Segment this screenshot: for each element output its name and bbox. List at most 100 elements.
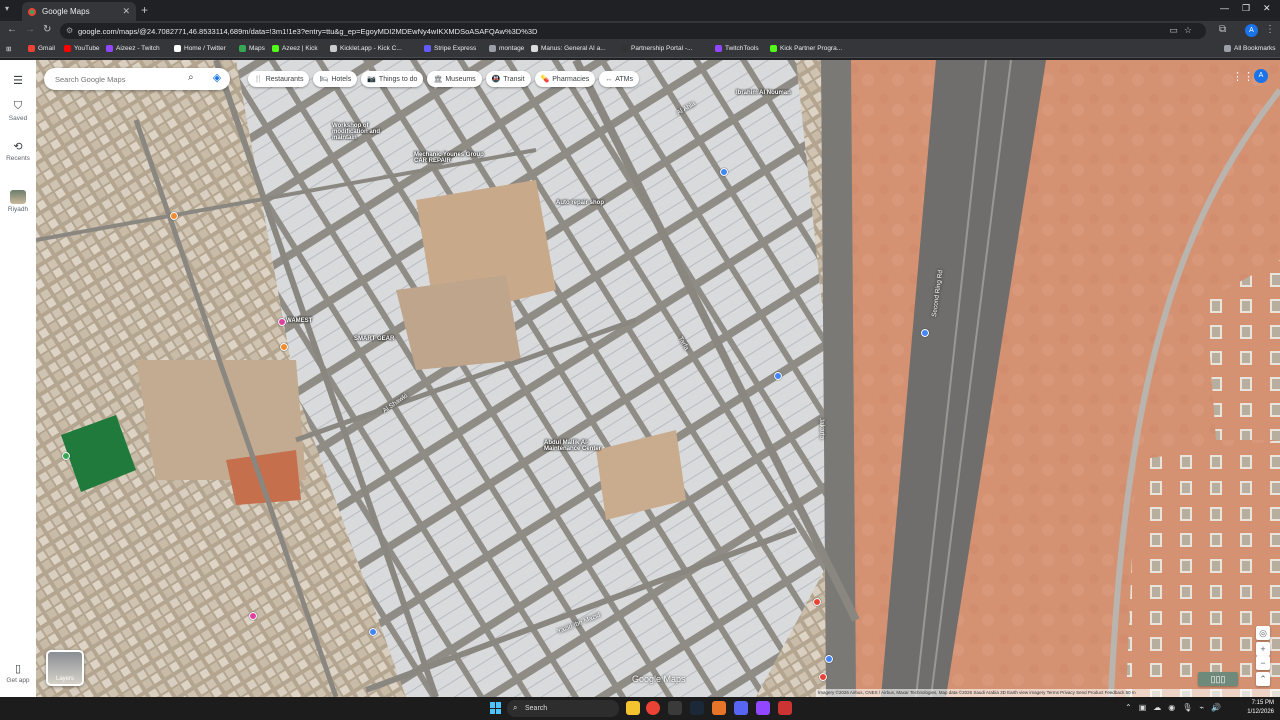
windows-taskbar: ⌕ Search ⌃▣☁◉🎙⌁🔊 7:15 PM 1/12/2026 xyxy=(0,697,1280,720)
browser-profile-avatar[interactable]: A xyxy=(1245,24,1258,37)
get-app-label: Get app xyxy=(6,677,30,684)
bookmark-item[interactable]: Home / Twitter xyxy=(174,45,226,52)
layers-button[interactable]: Layers xyxy=(46,650,84,686)
bookmark-item[interactable]: Kicklet.app - Kick C... xyxy=(330,45,402,52)
forward-icon[interactable]: → xyxy=(25,24,35,35)
chip-hotels[interactable]: 🛏 Hotels xyxy=(313,71,358,87)
zoom-out-button[interactable]: − xyxy=(1256,656,1270,670)
place-label-auto-repair[interactable]: Auto repair shop xyxy=(556,200,604,206)
search-box[interactable]: ⌕ ◈ xyxy=(44,68,230,90)
food-pin-icon[interactable] xyxy=(170,212,178,220)
back-icon[interactable]: ← xyxy=(7,24,17,35)
tab-search-icon[interactable]: ▾ xyxy=(5,4,9,13)
chip-museums[interactable]: 🏛 Museums xyxy=(427,71,482,87)
bookmark-item[interactable]: Azeez | Kick xyxy=(272,45,318,52)
bookmark-item[interactable]: Maps xyxy=(239,45,265,52)
place-label-smart-gear[interactable]: SMART GEAR xyxy=(354,336,394,342)
service-pin-icon[interactable] xyxy=(369,628,377,636)
chip-label: Hotels xyxy=(331,75,352,83)
steam-icon[interactable] xyxy=(690,701,704,715)
address-bar-actions[interactable]: ▭☆ xyxy=(1169,25,1198,36)
search-input[interactable] xyxy=(55,74,175,84)
account-avatar[interactable]: A xyxy=(1254,69,1268,83)
app-icon[interactable] xyxy=(668,701,682,715)
clock-date: 1/12/2026 xyxy=(1247,709,1274,715)
app-icon[interactable] xyxy=(712,701,726,715)
reload-icon[interactable]: ↻ xyxy=(43,24,51,35)
app-icon[interactable] xyxy=(756,701,770,715)
maximize-icon[interactable]: ❐ xyxy=(1242,3,1250,14)
chip-restaurants[interactable]: 🍴 Restaurants xyxy=(248,71,310,87)
apps-grid-icon[interactable]: ⊞ xyxy=(6,45,11,53)
hospital-pin-icon[interactable] xyxy=(819,673,827,681)
recents-button[interactable]: ⟲ Recents xyxy=(0,140,36,162)
service-pin-icon[interactable] xyxy=(921,329,929,337)
pegman-icon[interactable]: ▯▯▯ xyxy=(1198,672,1238,686)
service-pin-icon[interactable] xyxy=(720,168,728,176)
satellite-map[interactable]: ⌕ ◈ 🍴Restaurants 🛏Hotels 📷Things to do 🏛… xyxy=(36,60,1280,697)
place-label-mechanic[interactable]: Mechanic Younes Group CAR REPAIR xyxy=(414,152,484,164)
bookmark-item[interactable]: TwitchTools xyxy=(715,45,759,52)
zoom-in-button[interactable]: + xyxy=(1256,642,1270,656)
chip-atms[interactable]: ↔ ATMs xyxy=(599,71,639,87)
bookmark-item[interactable]: montage xyxy=(489,45,524,52)
menu-button[interactable]: ☰ xyxy=(0,74,36,89)
shopping-pin-icon[interactable] xyxy=(249,612,257,620)
browser-menu-icon[interactable]: ⋮ xyxy=(1265,24,1275,35)
taskbar-clock[interactable]: 7:15 PM 1/12/2026 xyxy=(1238,699,1274,717)
app-icon[interactable] xyxy=(778,701,792,715)
search-icon[interactable]: ⌕ xyxy=(188,72,194,83)
browser-tab-bar: ▾ Google Maps ✕ + — ❐ ✕ xyxy=(0,0,1280,21)
close-window-icon[interactable]: ✕ xyxy=(1263,3,1271,14)
taskbar-search[interactable]: ⌕ Search xyxy=(507,700,619,717)
bookmark-item[interactable]: Partnership Portal -... xyxy=(621,45,692,52)
food-pin-icon[interactable] xyxy=(280,343,288,351)
bookmark-item[interactable]: Aizeez - Twitch xyxy=(106,45,160,52)
tab-close-icon[interactable]: ✕ xyxy=(122,6,130,17)
recent-place-riyadh[interactable]: Riyadh xyxy=(0,190,36,213)
all-bookmarks[interactable]: All Bookmarks xyxy=(1224,45,1276,52)
park-pin-icon[interactable] xyxy=(62,452,70,460)
service-pin-icon[interactable] xyxy=(825,655,833,663)
place-label-workshop[interactable]: Workshop of modification and maintain xyxy=(332,123,402,141)
bookmark-item[interactable]: Manus: General AI a... xyxy=(531,45,606,52)
my-location-icon[interactable]: ◎ xyxy=(1256,626,1270,640)
chip-pharmacies[interactable]: 💊 Pharmacies xyxy=(534,71,596,87)
bookmark-item[interactable]: YouTube xyxy=(64,45,100,52)
get-app-button[interactable]: ▯ Get app xyxy=(0,662,36,684)
place-label-wamest[interactable]: WAMEST xyxy=(286,318,312,324)
system-tray-icons[interactable]: ⌃▣☁◉🎙⌁🔊 xyxy=(1125,703,1228,712)
chrome-icon[interactable] xyxy=(646,701,660,715)
tilt-icon[interactable]: ⌃ xyxy=(1256,672,1270,686)
atm-icon: ↔ xyxy=(605,75,613,83)
bookmark-item[interactable]: Gmail xyxy=(28,45,55,52)
bookmark-label: Manus: General AI a... xyxy=(541,45,606,52)
browser-tab[interactable]: Google Maps ✕ xyxy=(22,2,136,21)
chip-label: Things to do xyxy=(378,75,418,83)
bookmark-item[interactable]: Stripe Express xyxy=(424,45,476,52)
bookmark-item[interactable]: Kick Partner Progra... xyxy=(770,45,842,52)
address-bar[interactable]: ⚙ google.com/maps/@24.7082771,46.8533114… xyxy=(60,23,1206,39)
file-explorer-icon[interactable] xyxy=(626,701,640,715)
maps-favicon-icon xyxy=(28,7,36,16)
chip-things-to-do[interactable]: 📷 Things to do xyxy=(361,71,424,87)
saved-button[interactable]: ⛉ Saved xyxy=(0,100,36,122)
service-pin-icon[interactable] xyxy=(774,372,782,380)
chip-transit[interactable]: 🚇 Transit xyxy=(485,71,531,87)
satellite-imagery[interactable] xyxy=(36,60,1280,697)
bookmark-label: Kicklet.app - Kick C... xyxy=(340,45,402,52)
riyadh-label: Riyadh xyxy=(7,206,29,213)
google-apps-icon[interactable]: ⋮⋮ xyxy=(1232,70,1254,83)
site-info-icon[interactable]: ⚙ xyxy=(66,26,73,35)
extensions-icon[interactable]: ⧉ xyxy=(1219,24,1226,35)
shopping-pin-icon[interactable] xyxy=(278,318,286,326)
bookmark-label: Azeez | Kick xyxy=(282,45,318,52)
discord-icon[interactable] xyxy=(734,701,748,715)
place-label-ibrahim[interactable]: Ibrahim Al Nouman xyxy=(736,90,791,96)
windows-start-icon[interactable] xyxy=(490,702,502,714)
hospital-pin-icon[interactable] xyxy=(813,598,821,606)
new-tab-button[interactable]: + xyxy=(141,3,148,17)
directions-icon[interactable]: ◈ xyxy=(210,71,224,85)
place-label-abdul-malik[interactable]: Abdul Mallik Al-Maintenance Center xyxy=(544,440,614,452)
minimize-icon[interactable]: — xyxy=(1220,3,1229,13)
